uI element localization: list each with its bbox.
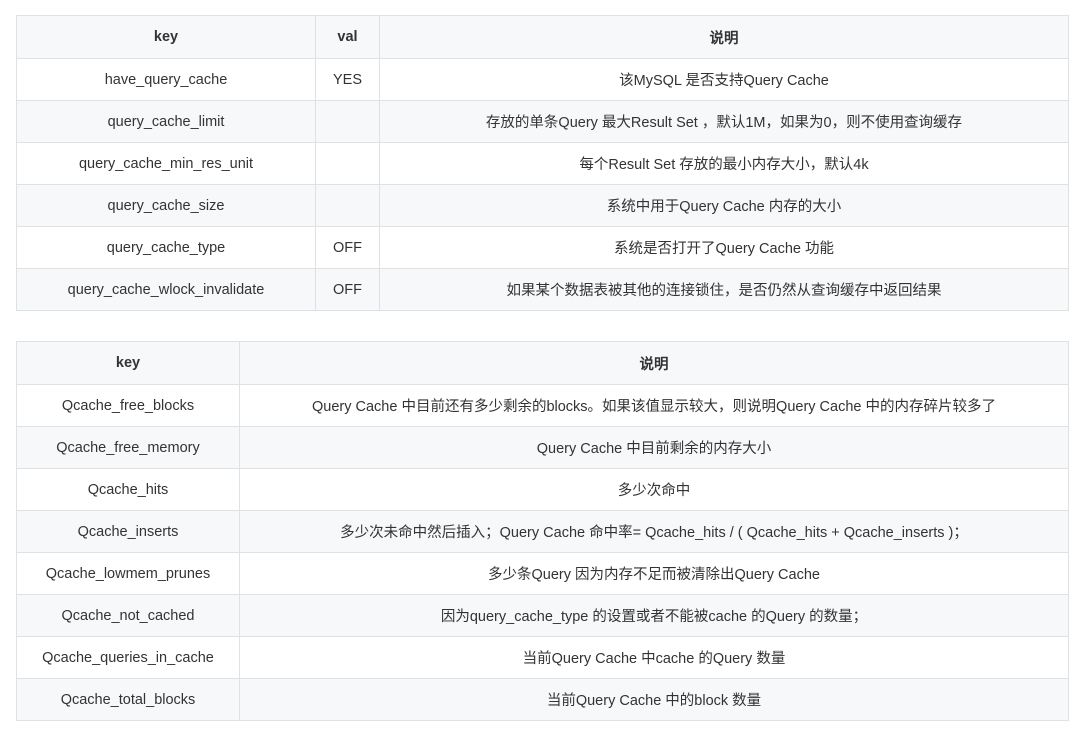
cell-description: Query Cache 中目前还有多少剩余的blocks。如果该值显示较大，则说… — [239, 384, 1069, 427]
table-row: Qcache_inserts 多少次未命中然后插入；Query Cache 命中… — [16, 510, 1069, 553]
table-row: query_cache_size 系统中用于Query Cache 内存的大小 — [16, 184, 1069, 227]
table-row: Qcache_queries_in_cache 当前Query Cache 中c… — [16, 636, 1069, 679]
column-header-key: key — [16, 341, 240, 385]
cell-description: 当前Query Cache 中的block 数量 — [239, 678, 1069, 721]
table-row: Qcache_not_cached 因为query_cache_type 的设置… — [16, 594, 1069, 637]
table-row: query_cache_limit 存放的单条Query 最大Result Se… — [16, 100, 1069, 143]
query-cache-variables-table: key val 说明 have_query_cache YES 该MySQL 是… — [16, 15, 1069, 311]
cell-key: Qcache_hits — [16, 468, 240, 511]
table-row: query_cache_wlock_invalidate OFF 如果某个数据表… — [16, 268, 1069, 311]
table-row: Qcache_free_memory Query Cache 中目前剩余的内存大… — [16, 426, 1069, 469]
column-header-description: 说明 — [239, 341, 1069, 385]
cell-key: query_cache_min_res_unit — [16, 142, 316, 185]
column-header-val: val — [315, 15, 380, 59]
cell-key: have_query_cache — [16, 58, 316, 101]
table-row: Qcache_free_blocks Query Cache 中目前还有多少剩余… — [16, 384, 1069, 427]
column-header-description: 说明 — [379, 15, 1069, 59]
cell-description: 系统是否打开了Query Cache 功能 — [379, 226, 1069, 269]
cell-val — [315, 142, 380, 185]
cell-key: query_cache_type — [16, 226, 316, 269]
table-row: have_query_cache YES 该MySQL 是否支持Query Ca… — [16, 58, 1069, 101]
column-header-key: key — [16, 15, 316, 59]
cell-description: 因为query_cache_type 的设置或者不能被cache 的Query … — [239, 594, 1069, 637]
table-row: Qcache_hits 多少次命中 — [16, 468, 1069, 511]
cell-val: OFF — [315, 268, 380, 311]
cell-description: 多少次未命中然后插入；Query Cache 命中率= Qcache_hits … — [239, 510, 1069, 553]
cell-key: Qcache_total_blocks — [16, 678, 240, 721]
cell-description: 系统中用于Query Cache 内存的大小 — [379, 184, 1069, 227]
cell-description: 存放的单条Query 最大Result Set ，默认1M，如果为0，则不使用查… — [379, 100, 1069, 143]
cell-val: OFF — [315, 226, 380, 269]
table-header-row: key val 说明 — [16, 15, 1069, 59]
table-row: Qcache_total_blocks 当前Query Cache 中的bloc… — [16, 678, 1069, 721]
cell-key: query_cache_wlock_invalidate — [16, 268, 316, 311]
cell-key: Qcache_free_blocks — [16, 384, 240, 427]
cell-val — [315, 100, 380, 143]
qcache-status-table: key 说明 Qcache_free_blocks Query Cache 中目… — [16, 341, 1069, 721]
cell-description: 多少条Query 因为内存不足而被清除出Query Cache — [239, 552, 1069, 595]
cell-key: Qcache_inserts — [16, 510, 240, 553]
table-header-row: key 说明 — [16, 341, 1069, 385]
cell-key: query_cache_limit — [16, 100, 316, 143]
cell-description: 当前Query Cache 中cache 的Query 数量 — [239, 636, 1069, 679]
cell-key: Qcache_queries_in_cache — [16, 636, 240, 679]
cell-val — [315, 184, 380, 227]
cell-key: query_cache_size — [16, 184, 316, 227]
cell-key: Qcache_lowmem_prunes — [16, 552, 240, 595]
table-row: query_cache_min_res_unit 每个Result Set 存放… — [16, 142, 1069, 185]
cell-description: 如果某个数据表被其他的连接锁住，是否仍然从查询缓存中返回结果 — [379, 268, 1069, 311]
cell-key: Qcache_free_memory — [16, 426, 240, 469]
cell-key: Qcache_not_cached — [16, 594, 240, 637]
cell-description: 多少次命中 — [239, 468, 1069, 511]
cell-description: 每个Result Set 存放的最小内存大小，默认4k — [379, 142, 1069, 185]
cell-description: 该MySQL 是否支持Query Cache — [379, 58, 1069, 101]
table-row: query_cache_type OFF 系统是否打开了Query Cache … — [16, 226, 1069, 269]
table-row: Qcache_lowmem_prunes 多少条Query 因为内存不足而被清除… — [16, 552, 1069, 595]
cell-val: YES — [315, 58, 380, 101]
cell-description: Query Cache 中目前剩余的内存大小 — [239, 426, 1069, 469]
